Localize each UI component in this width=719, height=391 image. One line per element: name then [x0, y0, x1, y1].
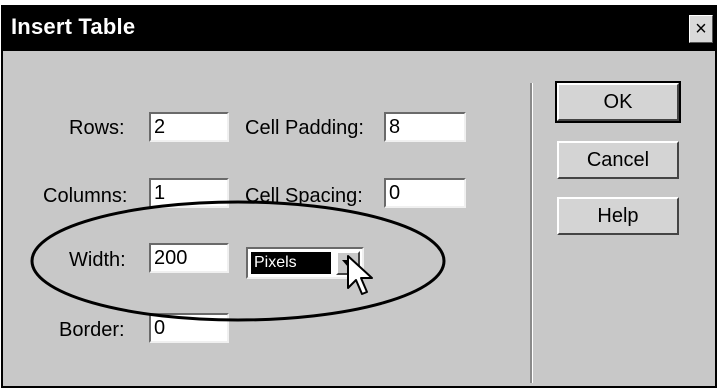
width-label: Width:: [69, 249, 126, 271]
chevron-down-icon[interactable]: [336, 251, 360, 275]
width-input[interactable]: 200: [149, 243, 229, 273]
cell-padding-input[interactable]: 8: [384, 112, 466, 142]
columns-label: Columns:: [43, 185, 128, 207]
cancel-button[interactable]: Cancel: [557, 141, 679, 179]
insert-table-dialog: Insert Table × Rows: Columns: Width: Bor…: [1, 5, 717, 388]
cell-spacing-label: Cell Spacing:: [245, 185, 363, 207]
width-unit-select[interactable]: Pixels: [246, 247, 364, 279]
cell-spacing-input[interactable]: 0: [384, 178, 466, 208]
ok-button[interactable]: OK: [555, 81, 681, 123]
cell-padding-label: Cell Padding:: [245, 117, 364, 139]
border-label: Border:: [59, 319, 125, 341]
width-unit-value: Pixels: [251, 252, 331, 274]
close-icon[interactable]: ×: [689, 15, 713, 43]
columns-input[interactable]: 1: [149, 178, 229, 208]
rows-label: Rows:: [69, 117, 125, 139]
rows-input[interactable]: 2: [149, 112, 229, 142]
separator: [530, 83, 533, 383]
title-bar[interactable]: Insert Table ×: [3, 7, 715, 51]
border-input[interactable]: 0: [149, 313, 229, 343]
help-button[interactable]: Help: [557, 197, 679, 235]
dialog-title: Insert Table: [11, 14, 136, 39]
